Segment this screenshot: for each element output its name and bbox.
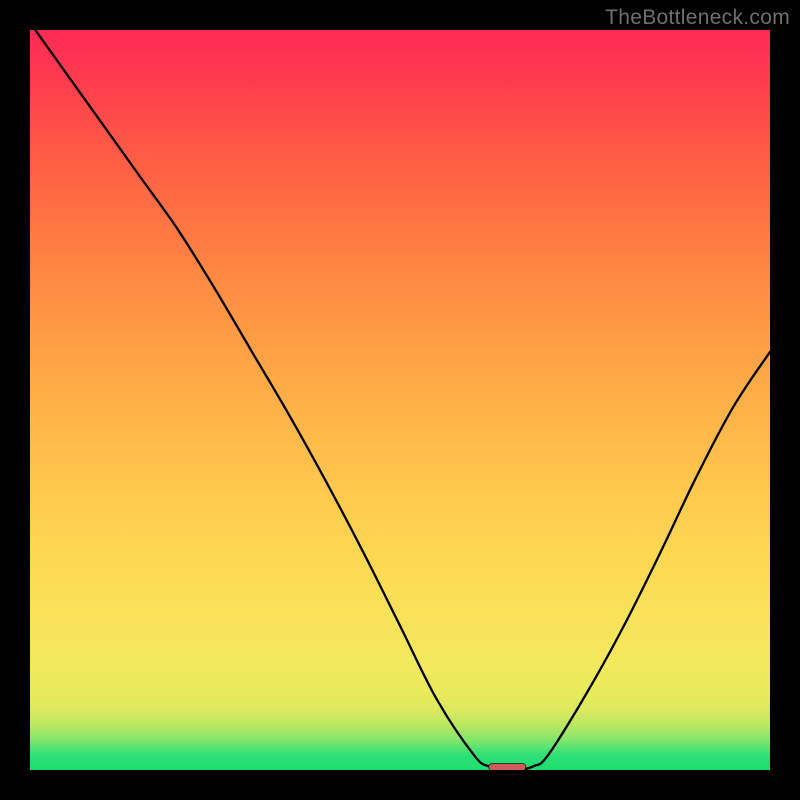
chart-frame: TheBottleneck.com — [0, 0, 800, 800]
minimum-marker — [489, 764, 526, 770]
chart-svg — [30, 30, 770, 770]
bottleneck-curve — [30, 30, 770, 770]
watermark-text: TheBottleneck.com — [605, 6, 790, 30]
